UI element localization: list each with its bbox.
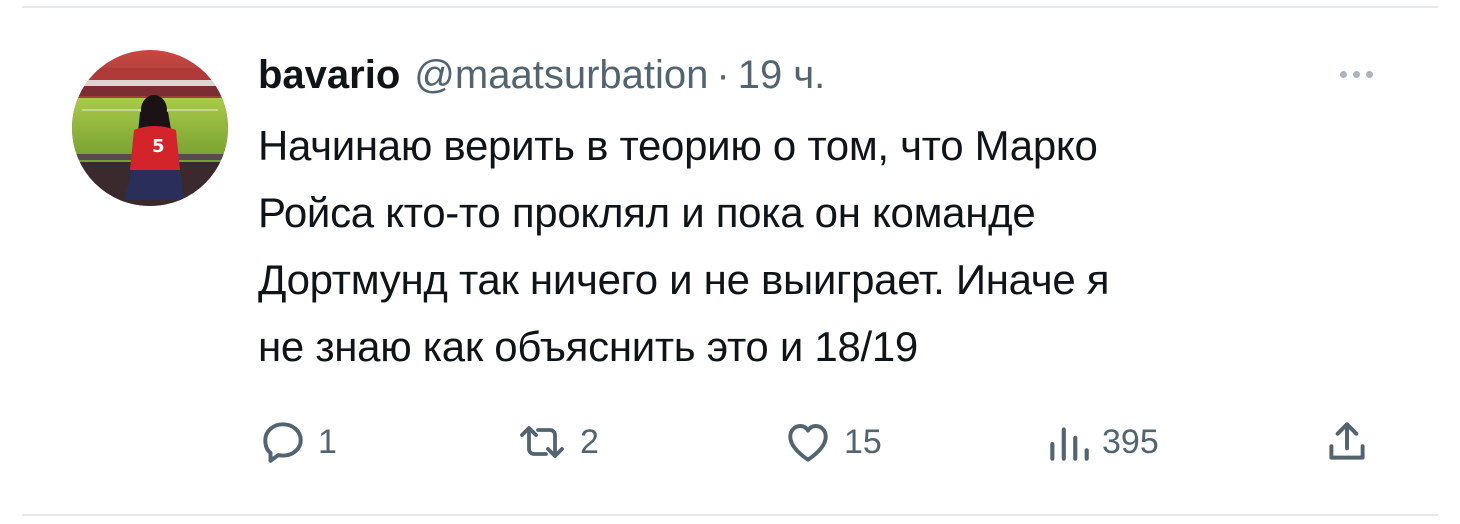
like-button[interactable]: 15	[782, 410, 882, 474]
more-dot-icon	[1339, 70, 1347, 78]
display-name[interactable]: bavario	[258, 50, 400, 100]
tweet-header: bavario @maatsurbation · 19 ч.	[258, 50, 825, 100]
avatar[interactable]: 5	[72, 50, 228, 206]
like-count: 15	[844, 422, 882, 461]
retweet-count: 2	[580, 422, 599, 461]
more-options-button[interactable]	[1328, 56, 1384, 92]
bottom-divider	[22, 514, 1438, 516]
more-dot-icon	[1352, 70, 1360, 78]
svg-text:5: 5	[152, 136, 165, 157]
share-button[interactable]	[1322, 410, 1372, 474]
reply-icon	[258, 417, 308, 467]
user-handle[interactable]: @maatsurbation	[414, 50, 708, 100]
reply-count: 1	[318, 422, 337, 461]
tweet-text: Начинаю верить в теорию о том, что Марко…	[258, 122, 1110, 370]
header-separator: ·	[716, 53, 730, 97]
retweet-icon	[514, 417, 570, 467]
top-divider	[22, 6, 1438, 8]
views-count: 395	[1102, 422, 1159, 461]
share-icon	[1322, 417, 1372, 467]
tweet-card: 5 bavario @maatsurbation · 19 ч. Начинаю…	[0, 0, 1460, 524]
retweet-button[interactable]: 2	[514, 410, 599, 474]
views-chart-icon	[1046, 417, 1092, 467]
timestamp[interactable]: 19 ч.	[738, 50, 826, 100]
tweet-actions: 1 2 15 395	[258, 410, 1388, 474]
more-dot-icon	[1365, 70, 1373, 78]
reply-button[interactable]: 1	[258, 410, 337, 474]
user-avatar-photo: 5	[72, 50, 228, 206]
heart-icon	[782, 417, 834, 467]
views-button[interactable]: 395	[1046, 410, 1159, 474]
